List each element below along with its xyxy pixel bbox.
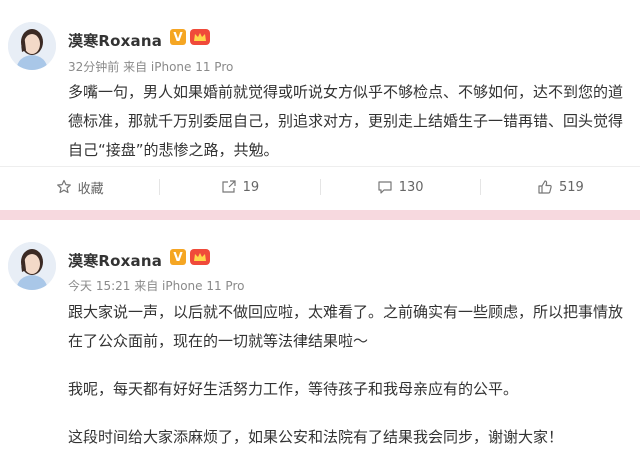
verified-badge: V xyxy=(170,29,186,45)
action-bar: 收藏 19 130 519 xyxy=(0,168,640,206)
comment-button[interactable]: 130 xyxy=(321,179,480,195)
crown-icon xyxy=(190,29,210,45)
weibo-post-1: 漠寒Roxana V 32分钟前 来自 iPhone 11 Pro 多嘴一句，男… xyxy=(0,0,640,210)
comment-count: 130 xyxy=(398,179,424,195)
paragraph: 跟大家说一声，以后就不做回应啦，太难看了。之前确实有一些顾虑，所以把事情放在了公… xyxy=(68,303,624,350)
post-content: 跟大家说一声，以后就不做回应啦，太难看了。之前确实有一些顾虑，所以把事情放在了公… xyxy=(68,298,628,452)
badges: V xyxy=(170,29,210,45)
favorite-button[interactable]: 收藏 xyxy=(0,178,159,197)
post-meta: 今天 15:21 来自 iPhone 11 Pro xyxy=(68,279,245,293)
badges: V xyxy=(170,249,210,265)
post-content: 多嘴一句，男人如果婚前就觉得或听说女方似乎不够检点、不够如何，达不到您的道德标准… xyxy=(68,78,628,165)
paragraph: 这段时间给大家添麻烦了，如果公安和法院有了结果我会同步，谢谢大家！ xyxy=(68,428,564,446)
like-icon xyxy=(537,179,553,195)
paragraph: 多嘴一句，男人如果婚前就觉得或听说女方似乎不够检点、不够如何，达不到您的道德标准… xyxy=(68,83,624,159)
avatar[interactable] xyxy=(8,22,56,70)
favorite-label: 收藏 xyxy=(77,181,104,197)
repost-button[interactable]: 19 xyxy=(160,179,319,195)
username[interactable]: 漠寒Roxana xyxy=(68,30,162,51)
crown-icon xyxy=(190,249,210,265)
avatar[interactable] xyxy=(8,242,56,290)
divider xyxy=(0,166,640,167)
feed-divider xyxy=(0,210,640,220)
star-icon xyxy=(56,179,72,195)
repost-count: 19 xyxy=(242,179,260,195)
verified-badge: V xyxy=(170,249,186,265)
post-meta: 32分钟前 来自 iPhone 11 Pro xyxy=(68,60,234,74)
repost-icon xyxy=(221,179,237,195)
comment-icon xyxy=(377,179,393,195)
paragraph: 我呢，每天都有好好生活努力工作，等待孩子和我母亲应有的公平。 xyxy=(68,380,519,398)
username[interactable]: 漠寒Roxana xyxy=(68,250,162,271)
like-count: 519 xyxy=(558,179,584,195)
like-button[interactable]: 519 xyxy=(481,179,640,195)
